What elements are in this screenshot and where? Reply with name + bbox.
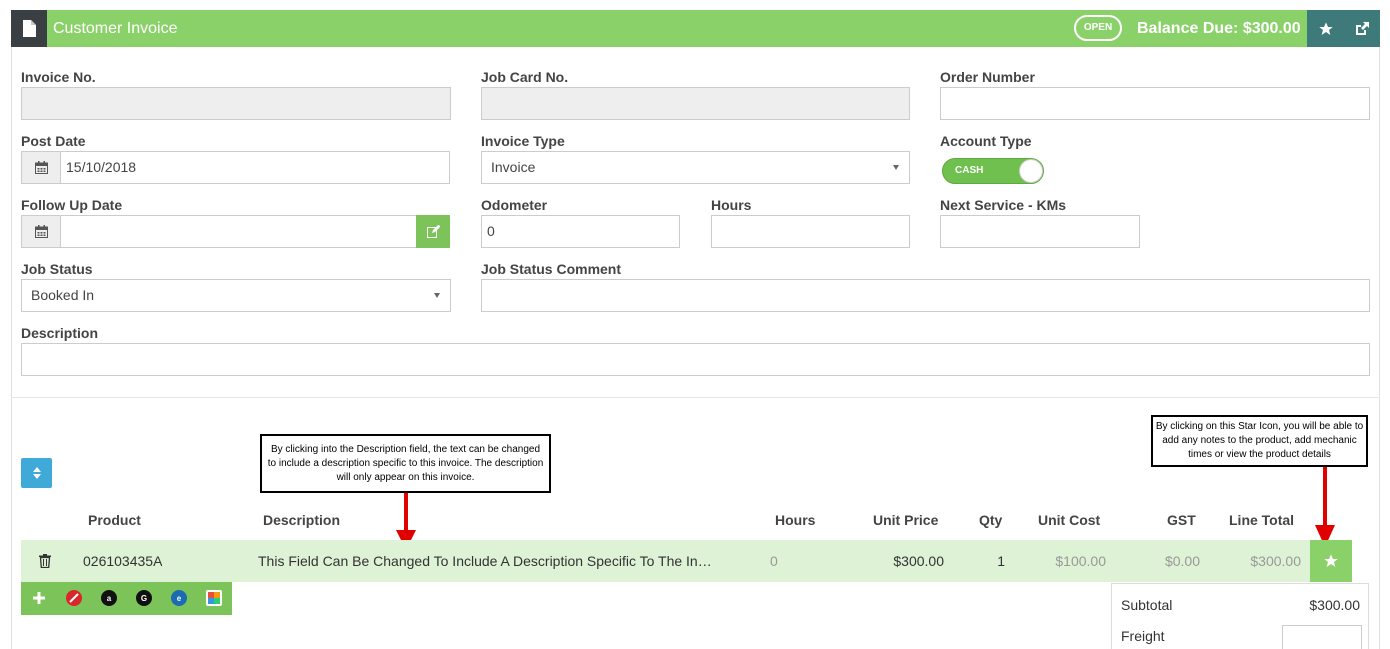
odometer-label: Odometer [481, 197, 548, 213]
follow-up-edit-button[interactable] [416, 215, 450, 248]
row-star-button[interactable] [1310, 540, 1352, 582]
col-header-hours: Hours [775, 512, 816, 528]
odometer-field[interactable]: 0 [481, 215, 680, 248]
image-icon[interactable] [206, 590, 222, 606]
freight-label: Freight [1121, 628, 1165, 644]
balance-due: Balance Due: $300.00 [1137, 20, 1301, 37]
invoice-type-value: Invoice [491, 159, 536, 175]
section-divider [11, 397, 1380, 398]
a-plus-icon[interactable]: a [101, 590, 117, 606]
g-plus-icon[interactable]: G [136, 590, 152, 606]
cell-line-total: $300.00 [1250, 553, 1301, 569]
caret-down-icon [434, 293, 440, 298]
calendar-icon [34, 225, 48, 238]
header-star-button[interactable] [1307, 10, 1344, 47]
order-number-field[interactable] [940, 87, 1370, 120]
freight-input[interactable] [1282, 625, 1362, 649]
account-type-value: CASH [955, 165, 984, 176]
job-card-no-label: Job Card No. [481, 69, 569, 85]
description-label: Description [21, 325, 99, 341]
invoice-no-label: Invoice No. [21, 69, 96, 85]
description-field[interactable] [21, 343, 1370, 376]
post-date-label: Post Date [21, 133, 86, 149]
invoice-type-select[interactable]: Invoice [481, 151, 910, 184]
calendar-icon [34, 161, 48, 174]
caret-down-icon [893, 165, 899, 170]
edit-icon [426, 225, 440, 238]
cell-qty[interactable]: 1 [970, 540, 1005, 582]
post-date-calendar-button[interactable] [21, 151, 61, 184]
order-number-label: Order Number [940, 69, 1035, 85]
subtotal-label: Subtotal [1121, 597, 1173, 613]
delete-row-button[interactable] [39, 540, 51, 582]
next-service-label: Next Service - KMs [940, 197, 1067, 213]
external-link-button[interactable] [1343, 10, 1380, 47]
job-status-comment-label: Job Status Comment [481, 261, 622, 277]
cell-hours[interactable]: 0 [770, 540, 778, 582]
external-link-icon [1355, 21, 1369, 35]
page-title: Customer Invoice [53, 20, 178, 37]
next-service-field[interactable] [940, 215, 1140, 248]
job-status-value: Booked In [31, 287, 95, 303]
job-status-label: Job Status [21, 261, 93, 277]
cell-description[interactable]: This Field Can Be Changed To Include A D… [258, 540, 748, 582]
job-status-select[interactable]: Booked In [21, 279, 451, 312]
toggle-knob [1019, 159, 1043, 183]
col-header-gst: GST [1167, 512, 1196, 528]
cell-unit-price[interactable]: $300.00 [840, 540, 944, 582]
status-badge: OPEN [1074, 15, 1122, 41]
line-item-toolbar: a G e [21, 582, 232, 615]
col-header-unit-cost: Unit Cost [1038, 512, 1101, 528]
no-entry-icon[interactable] [66, 590, 82, 606]
col-header-description: Description [263, 512, 341, 528]
invoice-type-label: Invoice Type [481, 133, 565, 149]
follow-up-date-label: Follow Up Date [21, 197, 123, 213]
col-header-product: Product [88, 512, 141, 528]
callout-arrow-down [1315, 467, 1335, 547]
follow-up-date-field[interactable] [60, 215, 417, 248]
trash-icon [39, 554, 51, 568]
document-icon [11, 10, 47, 47]
cell-unit-cost: $100.00 [1055, 553, 1106, 569]
star-icon [1318, 21, 1333, 35]
hours-field[interactable] [711, 215, 910, 248]
col-header-line-total: Line Total [1229, 512, 1295, 528]
sort-icon [32, 467, 41, 479]
cell-gst: $0.00 [1164, 553, 1200, 569]
account-type-toggle[interactable]: CASH [942, 158, 1044, 184]
col-header-unit-price: Unit Price [873, 512, 939, 528]
job-card-no-field[interactable] [481, 87, 910, 120]
job-status-comment-field[interactable] [481, 279, 1370, 312]
star-callout: By clicking on this Star Icon, you will … [1151, 415, 1368, 467]
account-type-label: Account Type [940, 133, 1032, 149]
hours-label: Hours [711, 197, 752, 213]
invoice-header: Customer Invoice OPEN Balance Due: $300.… [11, 10, 1380, 47]
cell-product[interactable]: 026103435A [83, 540, 162, 582]
col-header-qty: Qty [979, 512, 1003, 528]
star-icon [1324, 554, 1338, 567]
description-callout: By clicking into the Description field, … [260, 434, 551, 493]
e-icon[interactable]: e [171, 590, 187, 606]
subtotal-value: $300.00 [1309, 597, 1360, 613]
post-date-field[interactable]: 15/10/2018 [60, 151, 450, 184]
invoice-page: Customer Invoice OPEN Balance Due: $300.… [0, 0, 1390, 649]
invoice-no-field[interactable] [21, 87, 451, 120]
sort-button[interactable] [21, 458, 52, 488]
plus-icon[interactable] [31, 590, 47, 606]
follow-up-calendar-button[interactable] [21, 215, 61, 248]
